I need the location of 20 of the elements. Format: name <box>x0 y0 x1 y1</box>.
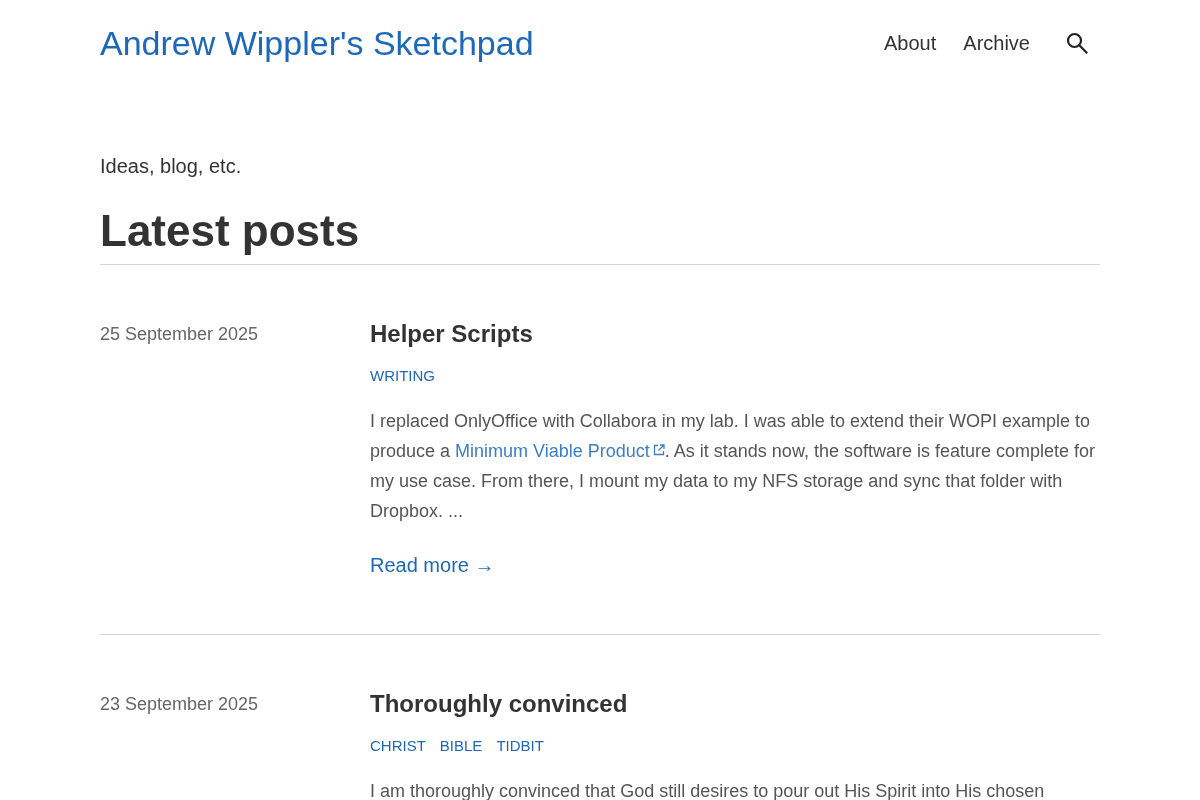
post-title: Thoroughly convinced <box>370 689 628 719</box>
search-icon <box>1066 32 1088 54</box>
nav-link[interactable]: About <box>884 29 937 57</box>
post-summary: I replaced OnlyOffice with Collabora in my lab. I was able to extend their WOPI example to produce a Minimum Viable Product . As it stands now, the software is feature complete for my use case. From there, I mount my data to my NFS storage and sync that folder with Dropbox. ... <box>370 410 1097 523</box>
section-heading: Latest posts <box>100 205 1100 265</box>
tag-link[interactable]: TIDBIT <box>496 736 544 756</box>
post-date: 25 September 2025 <box>100 323 259 346</box>
post-date: 23 September 2025 <box>100 693 259 716</box>
read-more-link[interactable]: Read more → <box>370 551 495 579</box>
site-title[interactable]: Andrew Wippler's Sketchpad <box>100 21 534 65</box>
tag-link[interactable]: WRITING <box>370 366 435 386</box>
post-summary: I am thoroughly convinced that God still desires to pour out His Spirit into His chosen <box>370 780 1045 800</box>
tagline: Ideas, blog, etc. <box>100 154 242 179</box>
external-link-icon <box>652 444 665 456</box>
inline-link[interactable]: Minimum Viable Product <box>455 441 665 461</box>
tag-link[interactable]: BIBLE <box>439 736 483 756</box>
tag-link[interactable]: CHRIST <box>370 736 426 756</box>
search-button[interactable] <box>1066 32 1088 54</box>
post-title: Helper Scripts <box>370 319 533 349</box>
nav-link[interactable]: Archive <box>963 29 1030 57</box>
